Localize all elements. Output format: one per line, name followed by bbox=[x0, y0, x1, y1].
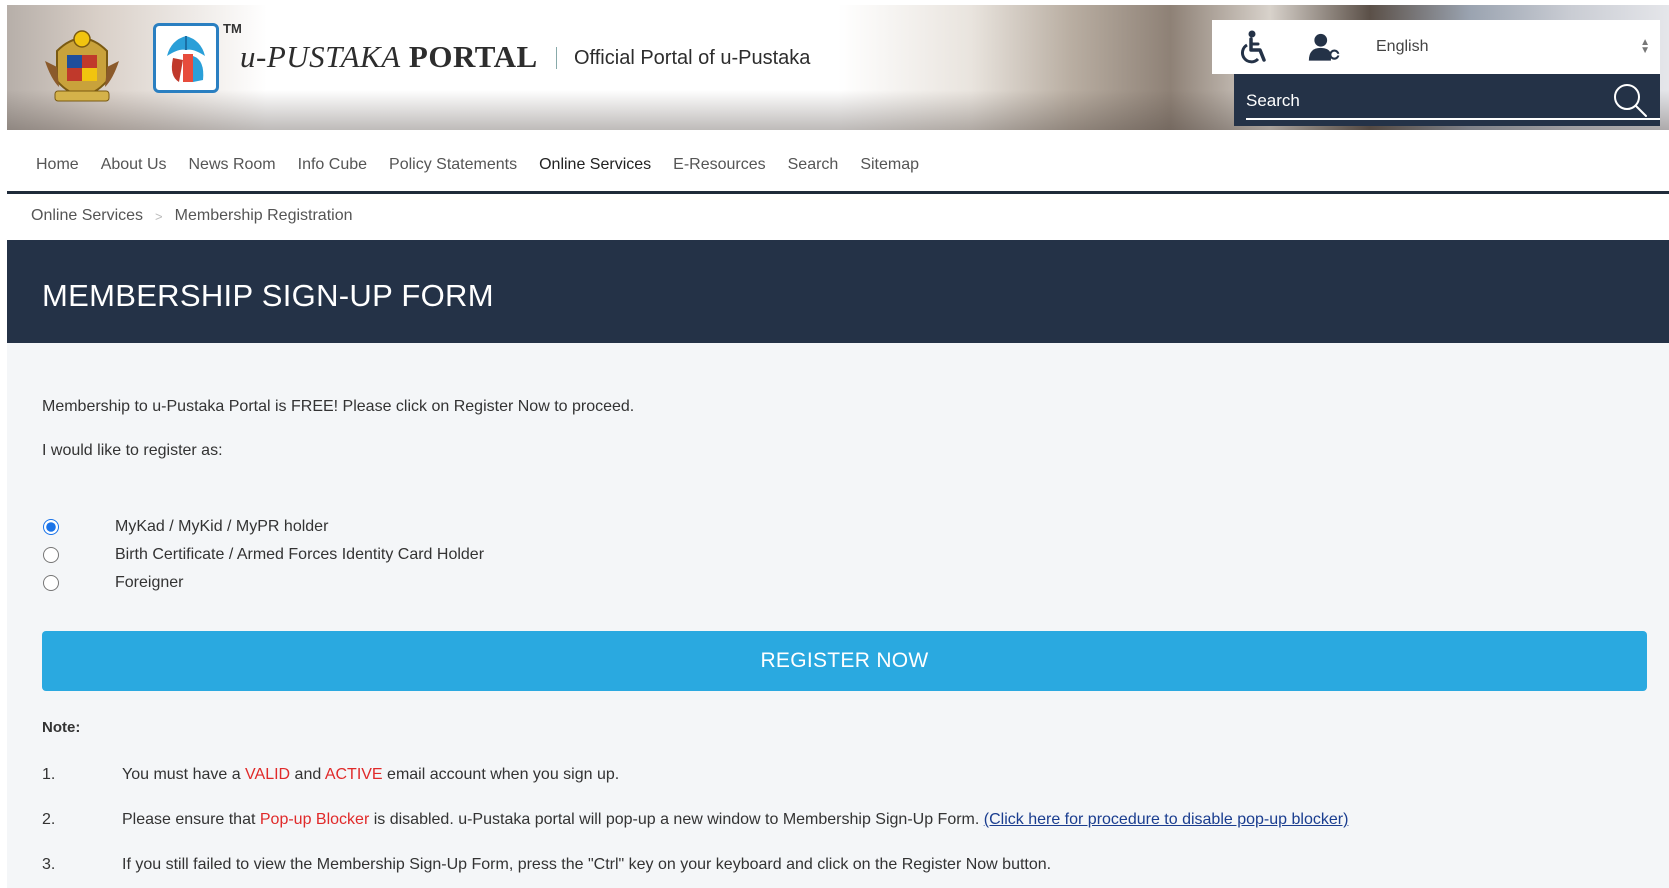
breadcrumb: Online Services > Membership Registratio… bbox=[31, 207, 353, 225]
note-text-part: email account when you sign up. bbox=[382, 766, 620, 783]
notes-list: 1. You must have a VALID and ACTIVE emai… bbox=[42, 766, 1642, 888]
main-nav: Home About Us News Room Info Cube Policy… bbox=[7, 148, 919, 182]
radio-birth-certificate[interactable] bbox=[43, 547, 59, 563]
disable-popup-blocker-link[interactable]: (Click here for procedure to disable pop… bbox=[984, 811, 1349, 828]
note-item: 2. Please ensure that Pop-up Blocker is … bbox=[42, 811, 1642, 856]
breadcrumb-current: Membership Registration bbox=[174, 207, 353, 224]
note-text: Please ensure that Pop-up Blocker is dis… bbox=[122, 811, 1348, 856]
page-title-band: MEMBERSHIP SIGN-UP FORM bbox=[7, 240, 1669, 343]
nav-info-cube[interactable]: Info Cube bbox=[298, 156, 367, 174]
user-key-icon bbox=[1308, 33, 1342, 61]
option-foreigner[interactable]: Foreigner bbox=[42, 569, 484, 597]
title-divider bbox=[556, 47, 557, 69]
nav-policy-statements[interactable]: Policy Statements bbox=[389, 156, 517, 174]
trademark-mark: TM bbox=[223, 21, 242, 36]
nav-e-resources[interactable]: E-Resources bbox=[673, 156, 765, 174]
radio-mykad[interactable] bbox=[43, 519, 59, 535]
note-text-part: You must have a bbox=[122, 766, 246, 783]
u-pustaka-logo[interactable] bbox=[153, 23, 219, 93]
note-highlight-active: ACTIVE bbox=[324, 766, 383, 783]
page-title: MEMBERSHIP SIGN-UP FORM bbox=[42, 278, 494, 313]
option-foreigner-label: Foreigner bbox=[115, 574, 184, 591]
nav-about-us[interactable]: About Us bbox=[101, 156, 167, 174]
search-icon[interactable] bbox=[1612, 82, 1648, 118]
nav-divider bbox=[7, 191, 1669, 194]
note-text-part: and bbox=[290, 766, 325, 783]
note-label: Note: bbox=[42, 719, 81, 736]
form-content: Membership to u-Pustaka Portal is FREE! … bbox=[7, 343, 1669, 888]
select-arrows-icon: ▲ ▼ bbox=[1640, 37, 1650, 56]
note-number: 1. bbox=[42, 766, 56, 783]
nav-search[interactable]: Search bbox=[788, 156, 839, 174]
note-item: 3. If you still failed to view the Membe… bbox=[42, 856, 1642, 888]
search-bar bbox=[1234, 74, 1660, 126]
language-select[interactable]: English ▲ ▼ bbox=[1376, 30, 1654, 64]
note-text: You must have a VALID and ACTIVE email a… bbox=[122, 766, 619, 811]
nav-online-services[interactable]: Online Services bbox=[539, 156, 651, 174]
language-value: English bbox=[1376, 38, 1429, 55]
breadcrumb-online-services[interactable]: Online Services bbox=[31, 207, 143, 225]
search-input[interactable] bbox=[1246, 86, 1592, 116]
top-tools-panel: English ▲ ▼ bbox=[1212, 20, 1660, 74]
u-pustaka-logo-icon bbox=[167, 36, 205, 82]
accessibility-button[interactable] bbox=[1236, 30, 1270, 64]
registration-type-options: MyKad / MyKid / MyPR holder Birth Certif… bbox=[42, 513, 484, 597]
wheelchair-icon bbox=[1240, 30, 1266, 64]
option-mykad[interactable]: MyKad / MyKid / MyPR holder bbox=[42, 513, 484, 541]
nav-news-room[interactable]: News Room bbox=[189, 156, 276, 174]
note-highlight-popup-blocker: Pop-up Blocker bbox=[259, 811, 370, 828]
note-number: 3. bbox=[42, 856, 56, 873]
note-text-part: is disabled. u-Pustaka portal will pop-u… bbox=[369, 811, 984, 828]
portal-title-u: u-PUSTAKA bbox=[240, 39, 401, 74]
crest-icon bbox=[45, 30, 119, 102]
nav-home[interactable]: Home bbox=[36, 156, 79, 174]
chevron-right-icon: > bbox=[155, 208, 163, 224]
register-as-label: I would like to register as: bbox=[42, 442, 223, 459]
note-item: 1. You must have a VALID and ACTIVE emai… bbox=[42, 766, 1642, 811]
option-birth-certificate-label: Birth Certificate / Armed Forces Identit… bbox=[115, 546, 485, 563]
note-highlight-valid: VALID bbox=[245, 766, 291, 783]
note-text-part: Please ensure that bbox=[122, 811, 260, 828]
portal-title-portal: PORTAL bbox=[408, 39, 538, 74]
intro-text: Membership to u-Pustaka Portal is FREE! … bbox=[42, 398, 635, 415]
radio-foreigner[interactable] bbox=[43, 575, 59, 591]
login-button[interactable] bbox=[1308, 30, 1342, 64]
nav-sitemap[interactable]: Sitemap bbox=[860, 156, 919, 174]
option-birth-certificate[interactable]: Birth Certificate / Armed Forces Identit… bbox=[42, 541, 484, 569]
portal-subtitle: Official Portal of u-Pustaka bbox=[574, 47, 811, 69]
portal-title: u-PUSTAKA PORTAL bbox=[240, 39, 538, 75]
register-now-button[interactable]: REGISTER NOW bbox=[42, 631, 1647, 691]
search-underline bbox=[1246, 118, 1660, 120]
note-text: If you still failed to view the Membersh… bbox=[122, 856, 1052, 873]
option-mykad-label: MyKad / MyKid / MyPR holder bbox=[115, 518, 329, 535]
note-number: 2. bbox=[42, 811, 56, 828]
